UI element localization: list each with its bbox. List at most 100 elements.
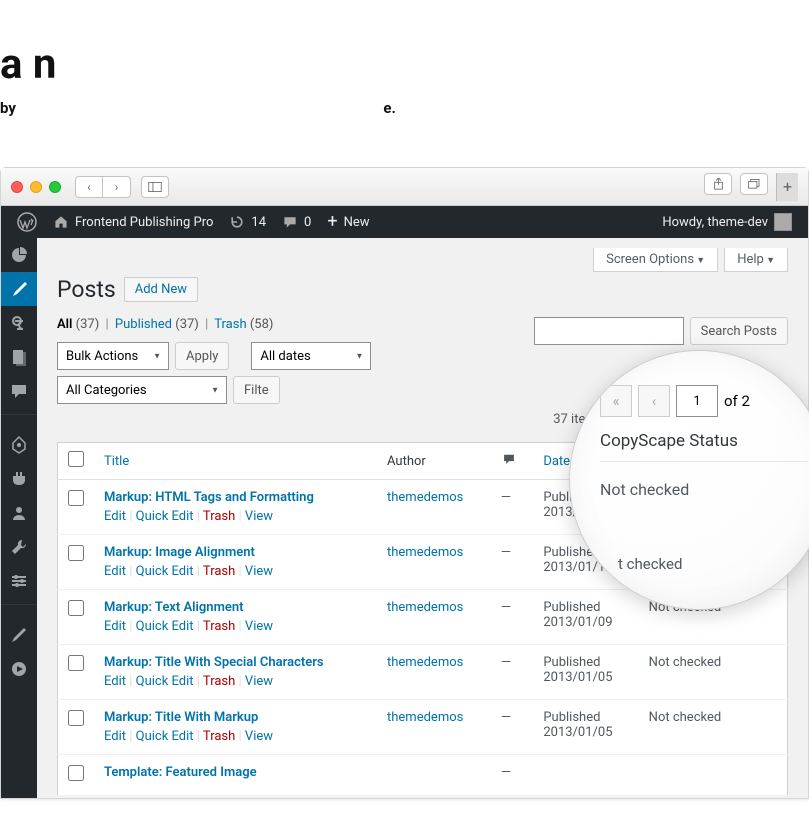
edit-link[interactable]: Edit: [104, 674, 126, 689]
table-row: Markup: Title With Markup Edit | Quick E…: [58, 700, 788, 755]
row-actions: Edit | Quick Edit | Trash | View: [104, 674, 367, 689]
edit-link[interactable]: Edit: [104, 509, 126, 524]
browser-forward-button[interactable]: ›: [103, 176, 131, 198]
filter-all[interactable]: All: [57, 317, 72, 332]
window-minimize-icon[interactable]: [30, 181, 42, 193]
window-close-icon[interactable]: [11, 181, 23, 193]
edit-link[interactable]: Edit: [104, 619, 126, 634]
sidebar-item-comments[interactable]: [1, 374, 37, 408]
quick-edit-link[interactable]: Quick Edit: [136, 729, 194, 744]
quick-edit-link[interactable]: Quick Edit: [136, 564, 194, 579]
sidebar-item-custom-1[interactable]: [1, 618, 37, 652]
trash-link[interactable]: Trash: [203, 564, 235, 579]
share-icon[interactable]: [704, 173, 732, 195]
view-link[interactable]: View: [245, 619, 273, 634]
edit-link[interactable]: Edit: [104, 564, 126, 579]
bulk-actions-select[interactable]: Bulk Actions: [57, 342, 169, 370]
post-title-link[interactable]: Markup: Text Alignment: [104, 600, 244, 615]
select-all-checkbox[interactable]: [68, 451, 84, 467]
date-cell: Published2013/01/09: [533, 590, 638, 645]
category-filter-select[interactable]: All Categories: [57, 376, 227, 404]
post-title-link[interactable]: Markup: Title With Special Characters: [104, 655, 324, 670]
browser-sidebar-button[interactable]: [141, 176, 169, 198]
wordpress-icon: [17, 212, 37, 232]
author-link[interactable]: themedemos: [387, 655, 463, 670]
search-input[interactable]: [534, 317, 684, 345]
wp-logo-menu[interactable]: [9, 206, 45, 238]
filter-button[interactable]: Filte: [233, 376, 280, 404]
trash-link[interactable]: Trash: [203, 729, 235, 744]
site-name-link[interactable]: Frontend Publishing Pro: [45, 206, 221, 238]
trash-link[interactable]: Trash: [203, 619, 235, 634]
sidebar-item-plugins[interactable]: [1, 462, 37, 496]
author-link[interactable]: themedemos: [387, 545, 463, 560]
apply-button[interactable]: Apply: [175, 342, 229, 370]
author-link[interactable]: themedemos: [387, 710, 463, 725]
sidebar-item-posts[interactable]: [1, 272, 37, 306]
quick-edit-link[interactable]: Quick Edit: [136, 674, 194, 689]
tabs-icon[interactable]: [740, 173, 768, 195]
view-link[interactable]: View: [245, 509, 273, 524]
sidebar-item-tools[interactable]: [1, 530, 37, 564]
trash-link[interactable]: Trash: [203, 674, 235, 689]
updates-link[interactable]: 14: [221, 206, 274, 238]
mag-pagination-prev[interactable]: ‹: [638, 385, 670, 417]
row-checkbox[interactable]: [68, 600, 84, 616]
post-title-link[interactable]: Markup: Title With Markup: [104, 710, 258, 725]
mag-pagination-first[interactable]: «: [600, 385, 632, 417]
sidebar-item-media[interactable]: [1, 306, 37, 340]
author-link[interactable]: themedemos: [387, 600, 463, 615]
post-title-link[interactable]: Markup: Image Alignment: [104, 545, 255, 560]
window-zoom-icon[interactable]: [49, 181, 61, 193]
view-link[interactable]: View: [245, 729, 273, 744]
help-button[interactable]: Help: [724, 248, 788, 272]
sidebar-item-settings[interactable]: [1, 564, 37, 598]
comments-link[interactable]: 0: [274, 206, 319, 238]
search-posts-button[interactable]: Search Posts: [690, 317, 788, 345]
view-link[interactable]: View: [245, 674, 273, 689]
sidebar-item-custom-2[interactable]: [1, 652, 37, 686]
new-content-link[interactable]: + New: [319, 206, 377, 238]
comment-count: 0: [304, 215, 311, 230]
mag-column-header: CopyScape Status: [600, 431, 809, 462]
trash-link[interactable]: Trash: [203, 509, 235, 524]
column-title[interactable]: Title: [104, 454, 129, 469]
column-date[interactable]: Date: [543, 454, 570, 469]
column-comments[interactable]: [491, 443, 534, 480]
page-title: Posts: [57, 276, 116, 303]
sidebar-item-pages[interactable]: [1, 340, 37, 374]
filter-published[interactable]: Published: [115, 317, 172, 332]
mag-pagination-of: of 2: [724, 392, 750, 410]
sidebar-item-users[interactable]: [1, 496, 37, 530]
sidebar-item-dashboard[interactable]: [1, 238, 37, 272]
row-checkbox[interactable]: [68, 545, 84, 561]
row-checkbox[interactable]: [68, 765, 84, 781]
quick-edit-link[interactable]: Quick Edit: [136, 509, 194, 524]
date-cell: Published2013/01/05: [533, 645, 638, 700]
screen-options-button[interactable]: Screen Options: [593, 248, 718, 272]
row-checkbox[interactable]: [68, 490, 84, 506]
new-tab-button[interactable]: +: [776, 173, 798, 201]
row-checkbox[interactable]: [68, 710, 84, 726]
view-link[interactable]: View: [245, 564, 273, 579]
row-checkbox[interactable]: [68, 655, 84, 671]
update-icon: [229, 214, 245, 230]
edit-link[interactable]: Edit: [104, 729, 126, 744]
banner-subline: by e.: [0, 99, 809, 117]
post-title-link[interactable]: Template: Featured Image: [104, 765, 257, 780]
date-filter-select[interactable]: All dates: [251, 342, 371, 370]
browser-back-button[interactable]: ‹: [75, 176, 103, 198]
post-title-link[interactable]: Markup: HTML Tags and Formatting: [104, 490, 314, 505]
filter-trash[interactable]: Trash: [214, 317, 246, 332]
sidebar-separator: [1, 604, 37, 618]
quick-edit-link[interactable]: Quick Edit: [136, 619, 194, 634]
comment-icon: [501, 452, 517, 466]
author-link[interactable]: themedemos: [387, 490, 463, 505]
mag-pagination-input[interactable]: [676, 385, 718, 417]
new-label: New: [344, 215, 370, 230]
add-new-button[interactable]: Add New: [124, 277, 198, 302]
sidebar-item-appearance[interactable]: [1, 428, 37, 462]
home-icon: [53, 214, 69, 230]
account-menu[interactable]: Howdy, theme-dev: [654, 213, 800, 231]
mag-value-2: t checked: [618, 555, 809, 573]
